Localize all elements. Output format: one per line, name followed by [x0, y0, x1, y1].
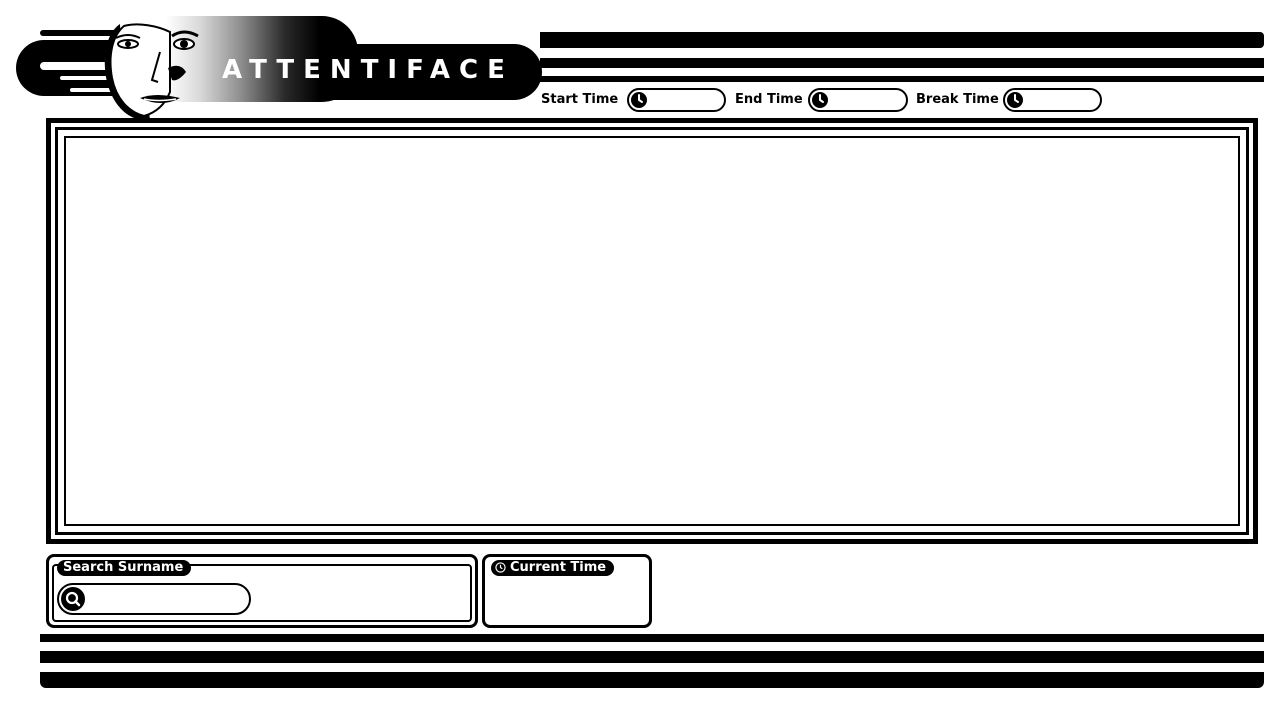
end-time-label: End Time — [735, 92, 803, 107]
break-time-label: Break Time — [916, 92, 999, 107]
current-time-label: Current Time — [510, 560, 607, 575]
current-time-tag: Current Time — [491, 560, 615, 576]
header-stripe — [540, 76, 1264, 82]
main-panel — [46, 118, 1258, 544]
brand-name: ATTENTIFACE — [222, 55, 514, 85]
search-icon — [61, 587, 85, 611]
footer-stripe — [40, 634, 1264, 642]
break-time-field[interactable] — [1003, 88, 1102, 112]
end-time-field[interactable] — [808, 88, 908, 112]
header-stripe — [540, 32, 1264, 48]
footer-stripe — [40, 672, 1264, 688]
start-time-label: Start Time — [541, 92, 619, 107]
current-time-panel: Current Time — [482, 554, 652, 628]
clock-icon — [812, 92, 828, 108]
main-panel-content — [64, 136, 1240, 526]
search-input[interactable] — [91, 589, 245, 611]
search-surname-label: Search Surname — [57, 560, 192, 576]
face-logo-icon — [104, 23, 199, 120]
clock-icon — [495, 562, 506, 573]
clock-icon — [1007, 92, 1023, 108]
start-time-field[interactable] — [627, 88, 726, 112]
search-field[interactable] — [57, 583, 251, 615]
search-panel: Search Surname — [46, 554, 478, 628]
header-stripe — [540, 58, 1264, 68]
clock-icon — [631, 92, 647, 108]
footer-stripe — [40, 651, 1264, 663]
main-panel-border — [55, 127, 1249, 535]
